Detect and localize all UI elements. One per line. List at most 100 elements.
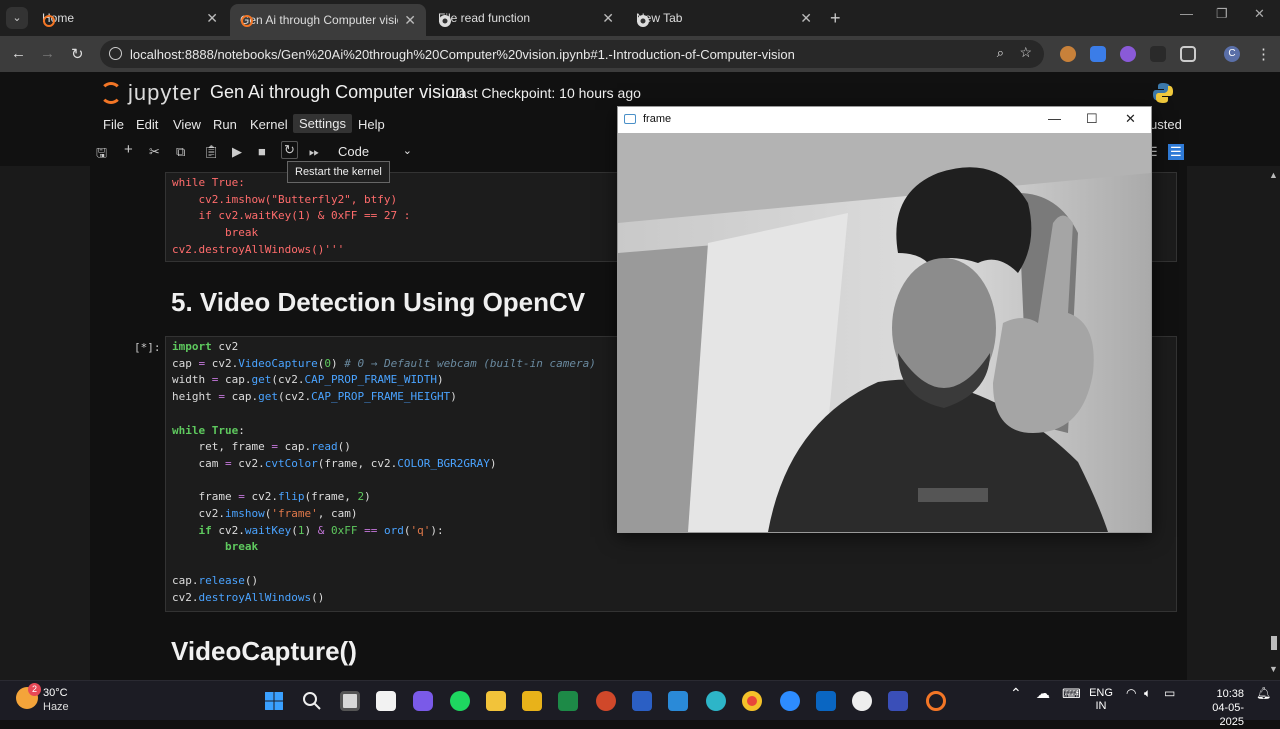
site-info-icon[interactable] — [109, 47, 122, 60]
jupyter-logo[interactable]: jupyter — [100, 80, 201, 106]
menu-run[interactable]: Run — [213, 117, 237, 132]
profile-avatar[interactable]: C — [1224, 46, 1240, 62]
minimize-icon[interactable]: — — [1180, 6, 1193, 21]
keyboard-icon[interactable]: ⌨ — [1062, 687, 1081, 700]
scroll-down-icon[interactable]: ▼ — [1269, 664, 1278, 674]
frame-close-icon[interactable]: ✕ — [1125, 111, 1136, 127]
show-hidden-icons[interactable]: ⌃ — [1010, 686, 1022, 700]
frame-maximize-icon[interactable]: ☐ — [1086, 111, 1098, 127]
close-tab-icon[interactable]: ✕ — [602, 10, 614, 27]
tab-search-button[interactable]: ⌄ — [6, 7, 28, 29]
task-view-icon[interactable] — [340, 691, 360, 711]
menu-help[interactable]: Help — [358, 117, 385, 132]
extensions-puzzle-icon[interactable] — [1180, 46, 1196, 62]
frame-minimize-icon[interactable]: — — [1048, 111, 1061, 126]
volume-icon[interactable]: 🔈︎ — [1144, 687, 1151, 700]
browser-tab-strip: ⌄ Home ✕ Gen Ai through Computer visio ✕… — [0, 0, 1280, 36]
menu-view[interactable]: View — [173, 117, 201, 132]
tab-notebook[interactable]: Gen Ai through Computer visio ✕ — [230, 4, 426, 36]
copy-icon[interactable]: ⧉ — [176, 144, 185, 160]
close-tab-icon[interactable]: ✕ — [800, 10, 812, 27]
excel-icon[interactable] — [558, 691, 578, 711]
cut-icon[interactable]: ✂ — [149, 144, 160, 160]
chrome-favicon-icon — [439, 15, 451, 27]
reload-button[interactable]: ↻ — [71, 45, 84, 63]
window-app-icon — [624, 114, 636, 124]
menu-dots-icon[interactable]: ⋮ — [1256, 45, 1271, 63]
chrome-icon[interactable] — [742, 691, 762, 711]
menu-settings[interactable]: Settings — [293, 114, 352, 133]
copilot-icon[interactable] — [413, 691, 433, 711]
wifi-icon[interactable]: ◠ — [1126, 687, 1136, 700]
insert-cell-icon[interactable]: + — [124, 141, 133, 158]
jupyter-favicon-icon — [43, 15, 55, 27]
close-tab-icon[interactable]: ✕ — [404, 12, 416, 29]
cell-type-select[interactable]: Code ⌄ — [338, 144, 412, 159]
shield-extension-icon[interactable] — [1090, 46, 1106, 62]
jupyter-taskbar-icon[interactable] — [926, 691, 946, 711]
language-indicator[interactable]: ENG IN — [1088, 687, 1114, 713]
restart-run-all-icon[interactable]: ⏩︎ — [309, 144, 319, 160]
cell-prompt: [*]: — [134, 341, 161, 354]
store-icon[interactable] — [376, 691, 396, 711]
jupyter-logo-icon — [100, 82, 122, 104]
python-kernel-icon — [1153, 83, 1173, 103]
onedrive-icon[interactable]: ☁ — [1036, 686, 1050, 700]
zoom-icon[interactable]: ⌕ — [997, 45, 1004, 61]
linkedin-icon[interactable] — [816, 691, 836, 711]
file-explorer-icon[interactable] — [486, 691, 506, 711]
notifications-icon[interactable]: 🔔︎ — [1256, 687, 1271, 700]
menu-edit[interactable]: Edit — [136, 117, 158, 132]
webcam-grayscale-image — [618, 133, 1151, 532]
weather-widget[interactable]: 2 30°C Haze — [16, 683, 69, 713]
close-tab-icon[interactable]: ✕ — [206, 10, 218, 27]
chrome-favicon-icon — [637, 15, 649, 27]
scrollbar-thumb[interactable] — [1271, 636, 1277, 650]
zoom-icon[interactable] — [780, 691, 800, 711]
scroll-up-icon[interactable]: ▲ — [1269, 170, 1278, 180]
page-scrollbar[interactable]: ▲ ▼ — [1266, 166, 1280, 680]
forward-button[interactable]: → — [40, 45, 55, 62]
frame-titlebar[interactable]: frame — ☐ ✕ — [618, 107, 1151, 133]
run-cell-icon[interactable]: ▶ — [232, 144, 242, 160]
tab-home[interactable]: Home ✕ — [32, 4, 228, 32]
address-bar[interactable]: localhost:8888/notebooks/Gen%20Ai%20thro… — [100, 40, 1044, 68]
clock[interactable]: 10:38 04-05-2025 — [1192, 687, 1244, 729]
close-window-icon[interactable]: ✕ — [1254, 6, 1265, 22]
menu-kernel[interactable]: Kernel — [250, 117, 288, 132]
tab-new-tab[interactable]: New Tab ✕ — [626, 4, 822, 32]
cookie-extension-icon[interactable] — [1060, 46, 1076, 62]
vscode-icon[interactable] — [668, 691, 688, 711]
new-tab-button[interactable]: + — [830, 8, 841, 29]
jupyter-favicon-icon — [241, 15, 253, 27]
bookmark-star-icon[interactable]: ☆ — [1019, 44, 1032, 61]
app-icon[interactable] — [888, 691, 908, 711]
browser-toolbar: ← → ↻ localhost:8888/notebooks/Gen%20Ai%… — [0, 36, 1280, 72]
restart-kernel-icon[interactable]: ↻ — [281, 141, 298, 159]
back-button[interactable]: ← — [11, 45, 26, 62]
spotify-icon[interactable] — [450, 691, 470, 711]
restore-icon[interactable]: ❐ — [1216, 6, 1228, 22]
battery-icon[interactable]: ▭ — [1164, 687, 1175, 700]
windows-start-icon[interactable] — [264, 691, 284, 711]
github-icon[interactable] — [852, 691, 872, 711]
menu-file[interactable]: File — [103, 117, 124, 132]
property-inspector-icon[interactable]: ☰ — [1168, 144, 1184, 160]
section-heading-videocapture: VideoCapture() — [171, 636, 357, 666]
edge-icon[interactable] — [706, 691, 726, 711]
powerpoint-icon[interactable] — [596, 691, 616, 711]
search-icon[interactable] — [302, 691, 322, 711]
interrupt-kernel-icon[interactable]: ■ — [258, 144, 266, 159]
restart-kernel-tooltip: Restart the kernel — [287, 161, 390, 183]
power-bi-icon[interactable] — [522, 691, 542, 711]
notebook-title[interactable]: Gen Ai through Computer vision — [210, 82, 465, 103]
tab-file-read[interactable]: File read function ✕ — [428, 4, 624, 32]
trusted-indicator[interactable]: usted — [1150, 117, 1182, 132]
paste-icon[interactable]: 📋︎ — [203, 144, 220, 160]
save-icon[interactable]: 🖫 — [96, 144, 107, 166]
chevron-down-icon: ⌄ — [402, 145, 412, 157]
ai-extension-icon[interactable] — [1120, 46, 1136, 62]
extension-icon[interactable] — [1150, 46, 1166, 62]
word-icon[interactable] — [632, 691, 652, 711]
opencv-frame-window[interactable]: frame — ☐ ✕ — [617, 106, 1152, 533]
